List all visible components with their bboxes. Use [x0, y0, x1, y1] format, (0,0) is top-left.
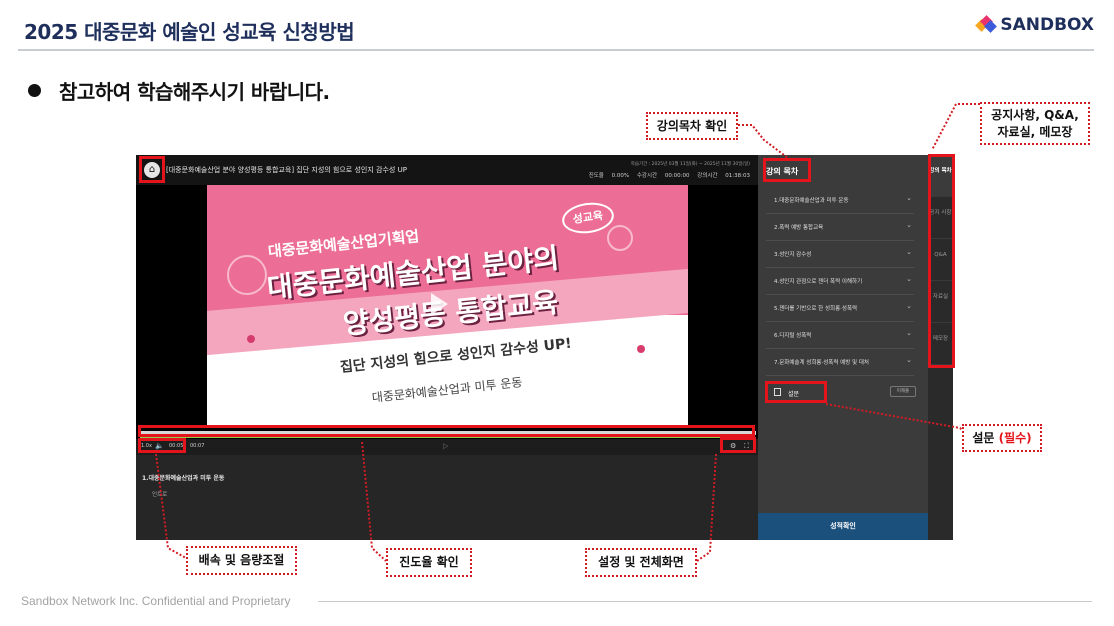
- toc-item[interactable]: 1.대중문화예술산업과 미투 운동 ⌄: [766, 187, 914, 214]
- toc-item-label: 5.젠더를 기반으로 한 성희롱·성폭력: [774, 306, 858, 312]
- side-tabs-highlight: [928, 154, 955, 368]
- chevron-down-icon: ⌄: [906, 194, 912, 202]
- poster-dot: [637, 345, 645, 353]
- chevron-down-icon: ⌄: [906, 248, 912, 256]
- toc-panel: 강의 목차 1.대중문화예술산업과 미투 운동 ⌄ 2.폭력 예방 통합교육 ⌄ 3…: [758, 155, 928, 540]
- chevron-down-icon: ⌄: [906, 221, 912, 229]
- bullet-dot-icon: [28, 84, 41, 97]
- toc-list: 1.대중문화예술산업과 미투 운동 ⌄ 2.폭력 예방 통합교육 ⌄ 3.성인지 감…: [766, 187, 914, 376]
- chevron-down-icon: ⌄: [906, 302, 912, 310]
- leader-toc: [738, 124, 789, 159]
- title-divider: [18, 49, 1094, 51]
- time-watched: 수강시간 00:00:00: [636, 173, 690, 179]
- footer-confidential: Sandbox Network Inc. Confidential and Pr…: [21, 594, 291, 608]
- toc-highlight: [763, 158, 811, 182]
- poster-tag: 성교육: [560, 199, 616, 237]
- course-title: [대중문화예술산업 분야 양성평등 통합교육] 집단 지성의 힘으로 성인지 감…: [166, 166, 407, 174]
- toc-item[interactable]: 4.성인지 관점으로 젠더 폭력 이해하기 ⌄: [766, 268, 914, 295]
- sandbox-logo: SANDBOX: [975, 15, 1094, 35]
- toc-item-label: 6.디지털 성폭력: [774, 333, 812, 339]
- slide-title: 2025 대중문화 예술인 성교육 신청방법: [24, 20, 355, 44]
- video-poster: 대중문화예술산업기획업 대중문화예술산업 분야의 양성평등 통합교육 성교육 집…: [207, 185, 688, 425]
- logo-text: SANDBOX: [1000, 15, 1094, 35]
- survey-status-badge: 미제출: [890, 386, 916, 397]
- progress-rate: 진도율 0.00%: [588, 173, 630, 179]
- video-area[interactable]: 대중문화예술산업기획업 대중문화예술산업 분야의 양성평등 통합교육 성교육 집…: [136, 185, 758, 455]
- callout-toc: 강의목차 확인: [646, 112, 738, 140]
- play-icon[interactable]: [431, 293, 448, 315]
- toc-item-label: 3.성인지 감수성: [774, 252, 812, 258]
- toc-item-label: 7.문화예술계 성희롱·성폭력 예방 및 대처: [774, 360, 869, 366]
- callout-side-line1: 공지사항, Q&A,: [991, 108, 1079, 122]
- leader-side: [931, 103, 980, 151]
- toc-item[interactable]: 5.젠더를 기반으로 한 성희롱·성폭력 ⌄: [766, 295, 914, 322]
- instruction-text: 참고하여 학습해주시기 바랍니다.: [59, 80, 330, 104]
- lecture-time: 강의시간 01:38:03: [697, 173, 750, 179]
- duration: 00:07: [190, 443, 205, 449]
- grade-check-button[interactable]: 성적확인: [758, 513, 928, 540]
- chevron-down-icon: ⌄: [906, 356, 912, 364]
- chevron-down-icon: ⌄: [906, 329, 912, 337]
- player-header: ⌂ [대중문화예술산업 분야 양성평등 통합교육] 집단 지성의 힘으로 성인지…: [136, 155, 758, 185]
- toc-item-label: 4.성인지 관점으로 젠더 폭력 이해하기: [774, 279, 863, 285]
- toc-item-label: 1.대중문화예술산업과 미투 운동: [774, 198, 849, 204]
- poster-ring: [607, 225, 633, 251]
- toc-item[interactable]: 6.디지털 성폭력 ⌄: [766, 322, 914, 349]
- toc-item[interactable]: 3.성인지 감수성 ⌄: [766, 241, 914, 268]
- callout-side-line2: 자료실, 메모장: [997, 125, 1073, 139]
- toc-item[interactable]: 2.폭력 예방 통합교육 ⌄: [766, 214, 914, 241]
- lesson-subtitle: 인트로: [152, 492, 168, 498]
- poster-dot: [247, 335, 255, 343]
- toc-item-label: 2.폭력 예방 통합교육: [774, 225, 824, 231]
- progress-highlight: [138, 425, 755, 437]
- home-highlight: [139, 156, 165, 183]
- callout-survey-label: 설문: [972, 431, 995, 445]
- learning-period: 학습기간 : 2025년 03월 11일(화) ~ 2025년 11월 30일(…: [630, 162, 750, 167]
- survey-highlight: [765, 381, 827, 403]
- lesson-info: 1.대중문화예술산업과 미투 운동 인트로: [136, 455, 758, 540]
- settings-highlight: [720, 437, 756, 453]
- player-controls: 1.0x 🔈 00:05 00:07 ▷ ⚙ ⛶: [136, 439, 758, 455]
- callout-progress: 진도율 확인: [386, 548, 472, 577]
- poster-globe-icon: [227, 255, 267, 295]
- center-play-icon[interactable]: ▷: [443, 442, 448, 450]
- footer-divider: [318, 601, 1092, 602]
- callout-survey: 설문 (필수): [962, 424, 1042, 452]
- lesson-title: 1.대중문화예술산업과 미투 운동: [142, 475, 225, 482]
- callout-speed-volume: 배속 및 음량조절: [186, 546, 297, 575]
- lecture-player-screenshot: ⌂ [대중문화예술산업 분야 양성평등 통합교육] 집단 지성의 힘으로 성인지…: [136, 155, 953, 540]
- chevron-down-icon: ⌄: [906, 275, 912, 283]
- sandbox-logo-icon: [975, 15, 998, 33]
- callout-survey-required: (필수): [998, 431, 1032, 445]
- instruction-bullet: 참고하여 학습해주시기 바랍니다.: [28, 76, 330, 105]
- toc-item[interactable]: 7.문화예술계 성희롱·성폭력 예방 및 대처 ⌄: [766, 349, 914, 376]
- callout-side-tabs: 공지사항, Q&A, 자료실, 메모장: [980, 102, 1090, 145]
- speed-highlight: [138, 438, 186, 453]
- callout-settings-fullscreen: 설정 및 전체화면: [585, 548, 697, 577]
- progress-meta: 진도율 0.00% 수강시간 00:00:00 강의시간 01:38:03: [589, 171, 750, 179]
